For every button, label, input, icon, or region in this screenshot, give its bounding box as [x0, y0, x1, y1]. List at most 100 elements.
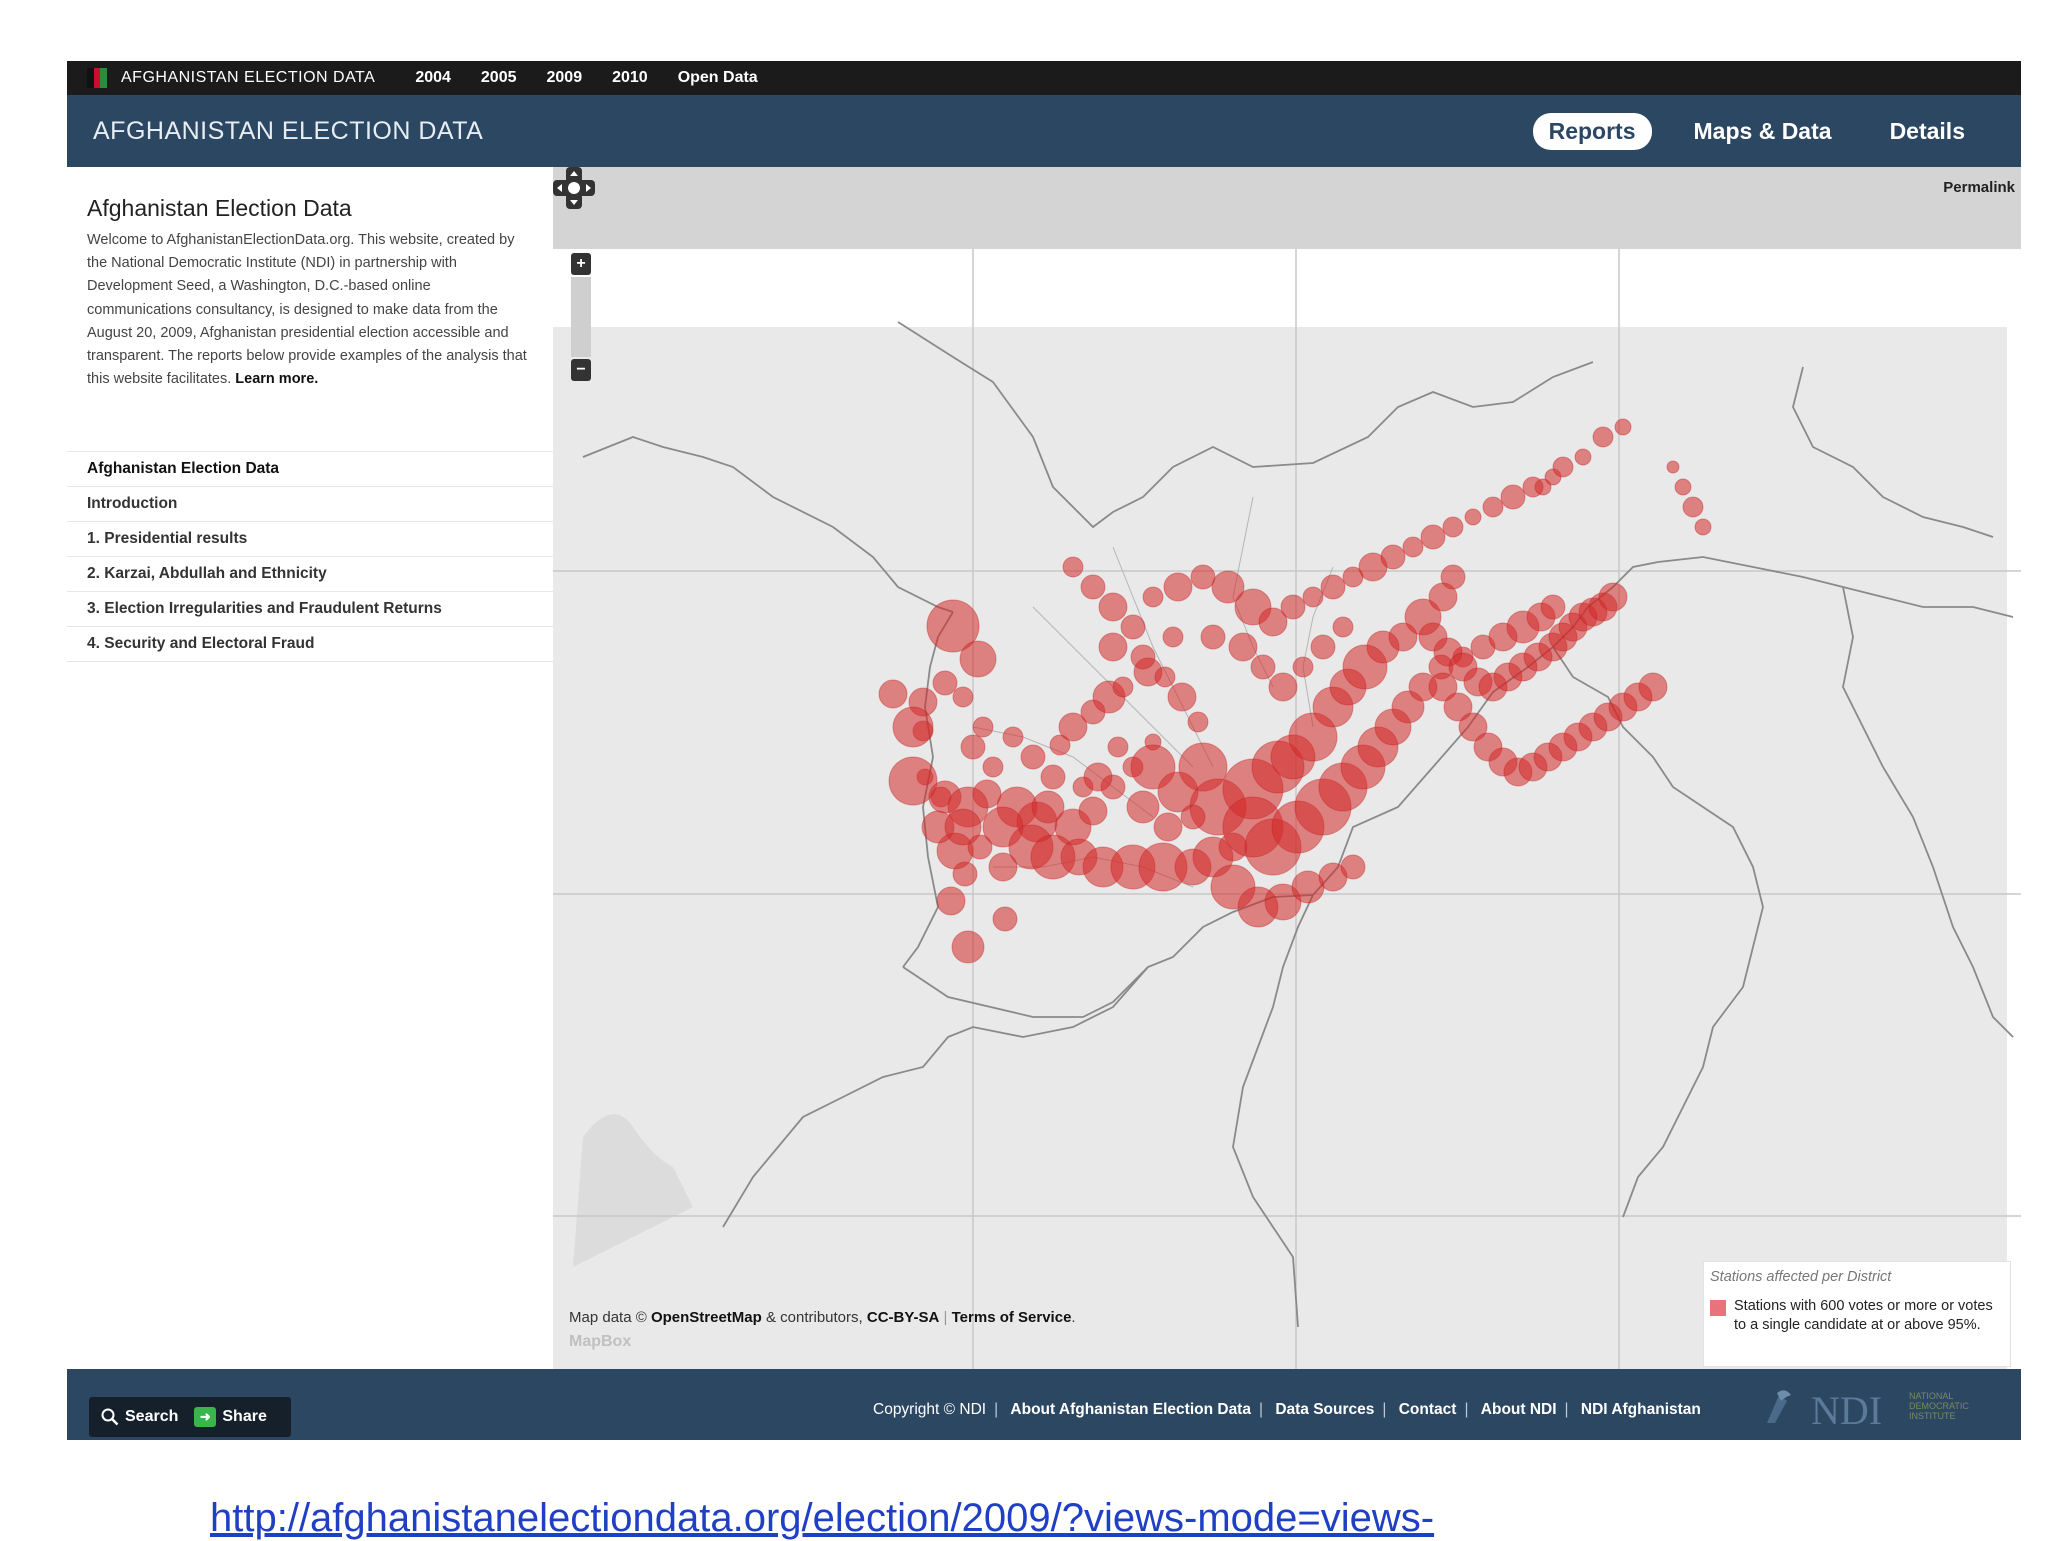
district-marker[interactable] — [1002, 726, 1024, 748]
district-marker[interactable] — [1153, 812, 1183, 842]
district-marker[interactable] — [1674, 478, 1692, 496]
pan-control-icon[interactable] — [553, 167, 595, 209]
district-marker[interactable] — [1040, 764, 1066, 790]
year-link-2004[interactable]: 2004 — [415, 69, 451, 87]
zoom-in-button[interactable]: + — [571, 253, 591, 275]
district-marker[interactable] — [1154, 666, 1176, 688]
report-item-presidential-results[interactable]: 1. Presidential results — [67, 521, 553, 556]
open-data-link[interactable]: Open Data — [678, 69, 758, 87]
district-marker[interactable] — [1302, 586, 1324, 608]
terms-link[interactable]: Terms of Service — [952, 1309, 1072, 1326]
district-marker[interactable] — [1112, 676, 1134, 698]
district-marker[interactable] — [1280, 594, 1306, 620]
footer-link-data-sources[interactable]: Data Sources — [1275, 1401, 1374, 1418]
district-marker[interactable] — [1540, 594, 1566, 620]
district-marker[interactable] — [1250, 654, 1276, 680]
district-marker[interactable] — [892, 706, 934, 748]
district-marker[interactable] — [1464, 508, 1482, 526]
map-canvas[interactable] — [553, 167, 2021, 1369]
district-marker[interactable] — [1592, 426, 1614, 448]
footer-link-contact[interactable]: Contact — [1399, 1401, 1457, 1418]
report-item-security[interactable]: 4. Security and Electoral Fraud — [67, 626, 553, 662]
topbar-brand-link[interactable]: AFGHANISTAN ELECTION DATA — [121, 69, 375, 87]
osm-link[interactable]: OpenStreetMap — [651, 1309, 762, 1326]
footer-link-ndi-afghanistan[interactable]: NDI Afghanistan — [1581, 1401, 1701, 1418]
district-marker[interactable] — [1130, 644, 1156, 670]
report-item-introduction[interactable]: Introduction — [67, 486, 553, 521]
district-marker[interactable] — [1380, 544, 1406, 570]
district-marker[interactable] — [936, 886, 966, 916]
district-marker[interactable] — [1500, 484, 1526, 510]
district-marker[interactable] — [1098, 632, 1128, 662]
report-item-overview[interactable]: Afghanistan Election Data — [67, 451, 553, 486]
mapbox-logo[interactable]: MapBox — [569, 1333, 631, 1351]
nav-maps-data[interactable]: Maps & Data — [1678, 113, 1848, 150]
district-marker[interactable] — [1080, 574, 1106, 600]
district-marker[interactable] — [1020, 744, 1046, 770]
year-link-2010[interactable]: 2010 — [612, 69, 648, 87]
district-marker[interactable] — [1083, 762, 1113, 792]
district-marker[interactable] — [1340, 854, 1366, 880]
district-marker[interactable] — [1574, 448, 1592, 466]
district-marker[interactable] — [1440, 564, 1466, 590]
district-marker[interactable] — [1268, 672, 1298, 702]
report-item-irregularities[interactable]: 3. Election Irregularities and Fraudulen… — [67, 591, 553, 626]
district-marker[interactable] — [878, 679, 908, 709]
search-button[interactable]: Search — [125, 1408, 178, 1426]
share-button[interactable]: Share — [222, 1408, 266, 1426]
nav-reports[interactable]: Reports — [1532, 113, 1652, 150]
district-marker[interactable] — [1180, 804, 1206, 830]
district-marker[interactable] — [1638, 672, 1668, 702]
district-marker[interactable] — [1162, 626, 1184, 648]
district-marker[interactable] — [1402, 536, 1424, 558]
district-marker[interactable] — [959, 640, 997, 678]
district-marker[interactable] — [1442, 516, 1464, 538]
district-marker[interactable] — [1187, 711, 1209, 733]
district-marker[interactable] — [1666, 460, 1680, 474]
footer-link-about-data[interactable]: About Afghanistan Election Data — [1010, 1401, 1251, 1418]
report-item-karzai-abdullah[interactable]: 2. Karzai, Abdullah and Ethnicity — [67, 556, 553, 591]
district-marker[interactable] — [972, 716, 994, 738]
district-marker[interactable] — [960, 734, 986, 760]
ndi-logo[interactable]: NDI NATIONAL DEMOCRATIC INSTITUTE — [1757, 1387, 1987, 1433]
district-marker[interactable] — [1332, 616, 1354, 638]
district-marker[interactable] — [1534, 478, 1552, 496]
page-url-caption[interactable]: http://afghanistanelectiondata.org/elect… — [210, 1496, 1434, 1541]
district-marker[interactable] — [1120, 614, 1146, 640]
year-link-2005[interactable]: 2005 — [481, 69, 517, 87]
district-marker[interactable] — [1420, 524, 1446, 550]
district-marker[interactable] — [1482, 496, 1504, 518]
nav-details[interactable]: Details — [1874, 113, 1981, 150]
zoom-out-button[interactable]: − — [571, 359, 591, 381]
district-marker[interactable] — [952, 861, 978, 887]
site-title[interactable]: AFGHANISTAN ELECTION DATA — [93, 117, 483, 146]
district-marker[interactable] — [1107, 736, 1129, 758]
district-marker[interactable] — [1078, 796, 1108, 826]
district-marker[interactable] — [1062, 556, 1084, 578]
license-link[interactable]: CC-BY-SA — [867, 1309, 940, 1326]
district-marker[interactable] — [1167, 682, 1197, 712]
district-marker[interactable] — [992, 906, 1018, 932]
district-marker[interactable] — [1098, 592, 1128, 622]
district-marker[interactable] — [951, 930, 985, 964]
district-marker[interactable] — [1694, 518, 1712, 536]
district-marker[interactable] — [1552, 456, 1574, 478]
footer-link-about-ndi[interactable]: About NDI — [1481, 1401, 1557, 1418]
district-marker[interactable] — [1200, 624, 1226, 650]
zoom-slider[interactable] — [571, 277, 591, 357]
district-marker[interactable] — [982, 756, 1004, 778]
district-marker[interactable] — [944, 808, 982, 846]
district-marker[interactable] — [1598, 582, 1628, 612]
district-marker[interactable] — [1142, 586, 1164, 608]
district-marker[interactable] — [932, 670, 958, 696]
district-marker[interactable] — [1320, 574, 1346, 600]
district-marker[interactable] — [1292, 656, 1314, 678]
learn-more-link[interactable]: Learn more. — [235, 371, 318, 387]
district-marker[interactable] — [952, 686, 974, 708]
district-marker[interactable] — [1682, 496, 1704, 518]
district-marker[interactable] — [1126, 790, 1160, 824]
district-marker[interactable] — [1614, 418, 1632, 436]
district-marker[interactable] — [1190, 564, 1216, 590]
district-marker[interactable] — [1163, 572, 1193, 602]
map-view[interactable]: Permalink + − Map data © OpenStreetMap &… — [553, 167, 2021, 1369]
